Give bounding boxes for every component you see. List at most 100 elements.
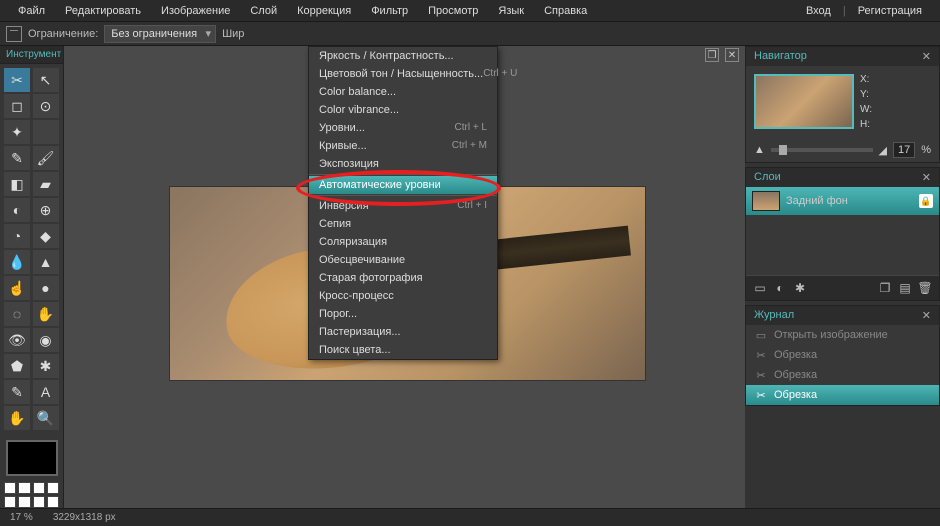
- tool-draw[interactable]: ◆: [33, 224, 59, 248]
- menu-invert[interactable]: ИнверсияCtrl + I: [309, 197, 497, 215]
- tool-crop[interactable]: ✂: [4, 68, 30, 92]
- navigator-title: Навигатор: [754, 50, 807, 63]
- menu-exposure[interactable]: Экспозиция: [309, 155, 497, 173]
- layer-thumb: [752, 191, 780, 211]
- tool-redeye[interactable]: 👁: [4, 328, 30, 352]
- menu-view[interactable]: Просмотр: [418, 2, 488, 20]
- menu-curves[interactable]: Кривые...Ctrl + M: [309, 137, 497, 155]
- layers-title: Слои: [754, 171, 781, 184]
- tool-zoom[interactable]: 🔍: [33, 406, 59, 430]
- menu-levels[interactable]: Уровни...Ctrl + L: [309, 119, 497, 137]
- navigator-panel: Навигатор ✕ X: Y: W: H: ▲ ◢ 17 %: [745, 46, 940, 163]
- tool-bloat[interactable]: ⬟: [4, 354, 30, 378]
- menu-colorbalance[interactable]: Color balance...: [309, 83, 497, 101]
- menu-colorlookup[interactable]: Поиск цвета...: [309, 341, 497, 359]
- nav-x-label: X:: [860, 74, 872, 85]
- tool-sponge[interactable]: ●: [33, 276, 59, 300]
- history-item[interactable]: ✂Обрезка: [746, 385, 939, 405]
- menu-solarize[interactable]: Соляризация: [309, 233, 497, 251]
- history-panel: Журнал✕ ▭Открыть изображение ✂Обрезка ✂О…: [745, 305, 940, 406]
- menu-hue[interactable]: Цветовой тон / Насыщенность...Ctrl + U: [309, 65, 497, 83]
- tool-marquee[interactable]: ◻: [4, 94, 30, 118]
- zoom-pct: %: [921, 144, 931, 156]
- menu-posterize[interactable]: Пастеризация...: [309, 323, 497, 341]
- zoom-in-icon[interactable]: ◢: [879, 144, 887, 157]
- width-label: Шир: [222, 28, 244, 40]
- constraint-select[interactable]: Без ограничения: [104, 25, 216, 43]
- menu-brightness[interactable]: Яркость / Контрастность...: [309, 47, 497, 65]
- lock-icon[interactable]: 🔒: [919, 194, 933, 208]
- tool-sharpen[interactable]: ▲: [33, 250, 59, 274]
- tool-eraser[interactable]: ◧: [4, 172, 30, 196]
- history-item[interactable]: ▭Открыть изображение: [746, 325, 939, 345]
- tool-move[interactable]: ↖: [33, 68, 59, 92]
- layers-panel: Слои ✕ Задний фон 🔒 ▭ ◐ ✱ ❐ ▤ 🗑: [745, 167, 940, 301]
- close-icon[interactable]: ✕: [922, 309, 931, 322]
- trash-icon[interactable]: 🗑: [917, 280, 933, 296]
- history-item[interactable]: ✂Обрезка: [746, 345, 939, 365]
- constraint-label: Ограничение:: [28, 28, 98, 40]
- register-link[interactable]: Регистрация: [848, 2, 932, 20]
- tool-blur[interactable]: 💧: [4, 250, 30, 274]
- menu-threshold[interactable]: Порог...: [309, 305, 497, 323]
- layer-item[interactable]: Задний фон 🔒: [746, 187, 939, 215]
- close-icon[interactable]: ✕: [922, 50, 931, 63]
- zoom-slider[interactable]: [771, 148, 873, 152]
- menu-crossprocess[interactable]: Кросс-процесс: [309, 287, 497, 305]
- tool-clone[interactable]: ⊕: [33, 198, 59, 222]
- menu-file[interactable]: Файл: [8, 2, 55, 20]
- menu-layer[interactable]: Слой: [240, 2, 287, 20]
- tool-fill[interactable]: [33, 120, 59, 144]
- menu-oldphoto[interactable]: Старая фотография: [309, 269, 497, 287]
- tool-picker[interactable]: ✎: [4, 380, 30, 404]
- tool-pencil[interactable]: ✎: [4, 146, 30, 170]
- menu-desaturate[interactable]: Обесцвечивание: [309, 251, 497, 269]
- zoom-value[interactable]: 17: [893, 142, 915, 158]
- menu-filter[interactable]: Фильтр: [361, 2, 418, 20]
- menu-image[interactable]: Изображение: [151, 2, 240, 20]
- tool-brush[interactable]: 🖌: [33, 146, 59, 170]
- swatch-grid[interactable]: [0, 482, 63, 508]
- tool-spot[interactable]: ◉: [33, 328, 59, 352]
- adjustment-menu: Яркость / Контрастность... Цветовой тон …: [308, 46, 498, 360]
- fx-icon[interactable]: ✱: [792, 280, 808, 296]
- tool-smudge[interactable]: ☝: [4, 276, 30, 300]
- optionbar: Ограничение: Без ограничения Шир: [0, 22, 940, 46]
- window-restore-icon[interactable]: ❐: [705, 48, 719, 62]
- close-icon[interactable]: ✕: [922, 171, 931, 184]
- panels: Навигатор ✕ X: Y: W: H: ▲ ◢ 17 % Слои ✕: [745, 46, 940, 508]
- color-swatch[interactable]: [6, 440, 58, 476]
- nav-h-label: H:: [860, 119, 872, 130]
- tool-lasso[interactable]: ⊙: [33, 94, 59, 118]
- menu-autolevels[interactable]: Автоматические уровни: [309, 176, 497, 194]
- layer-label: Задний фон: [786, 195, 848, 207]
- menu-language[interactable]: Язык: [488, 2, 534, 20]
- new-layer-icon[interactable]: ▭: [752, 280, 768, 296]
- menu-edit[interactable]: Редактировать: [55, 2, 151, 20]
- tool-wand[interactable]: ✦: [4, 120, 30, 144]
- navigator-thumb[interactable]: [754, 74, 854, 129]
- tool-gradient[interactable]: ◐: [4, 198, 30, 222]
- menu-sepia[interactable]: Сепия: [309, 215, 497, 233]
- zoom-out-icon[interactable]: ▲: [754, 144, 765, 156]
- menu-help[interactable]: Справка: [534, 2, 597, 20]
- mask-icon[interactable]: ◐: [772, 280, 788, 296]
- window-close-icon[interactable]: ✕: [725, 48, 739, 62]
- tool-bucket[interactable]: ▰: [33, 172, 59, 196]
- tool-pinch[interactable]: ✱: [33, 354, 59, 378]
- tool-replace[interactable]: ◔: [4, 224, 30, 248]
- login-link[interactable]: Вход: [796, 2, 841, 20]
- tool-dodge[interactable]: ◌: [4, 302, 30, 326]
- canvas-area[interactable]: ❐ ✕ Яркость / Контрастность... Цветовой …: [64, 46, 745, 508]
- duplicate-icon[interactable]: ❐: [877, 280, 893, 296]
- open-icon: ▭: [754, 328, 768, 342]
- tool-hand[interactable]: ✋: [4, 406, 30, 430]
- merge-icon[interactable]: ▤: [897, 280, 913, 296]
- nav-y-label: Y:: [860, 89, 872, 100]
- tool-type[interactable]: A: [33, 380, 59, 404]
- tool-burn[interactable]: ✋: [33, 302, 59, 326]
- nav-w-label: W:: [860, 104, 872, 115]
- menu-vibrance[interactable]: Color vibrance...: [309, 101, 497, 119]
- menu-adjustment[interactable]: Коррекция: [287, 2, 361, 20]
- history-item[interactable]: ✂Обрезка: [746, 365, 939, 385]
